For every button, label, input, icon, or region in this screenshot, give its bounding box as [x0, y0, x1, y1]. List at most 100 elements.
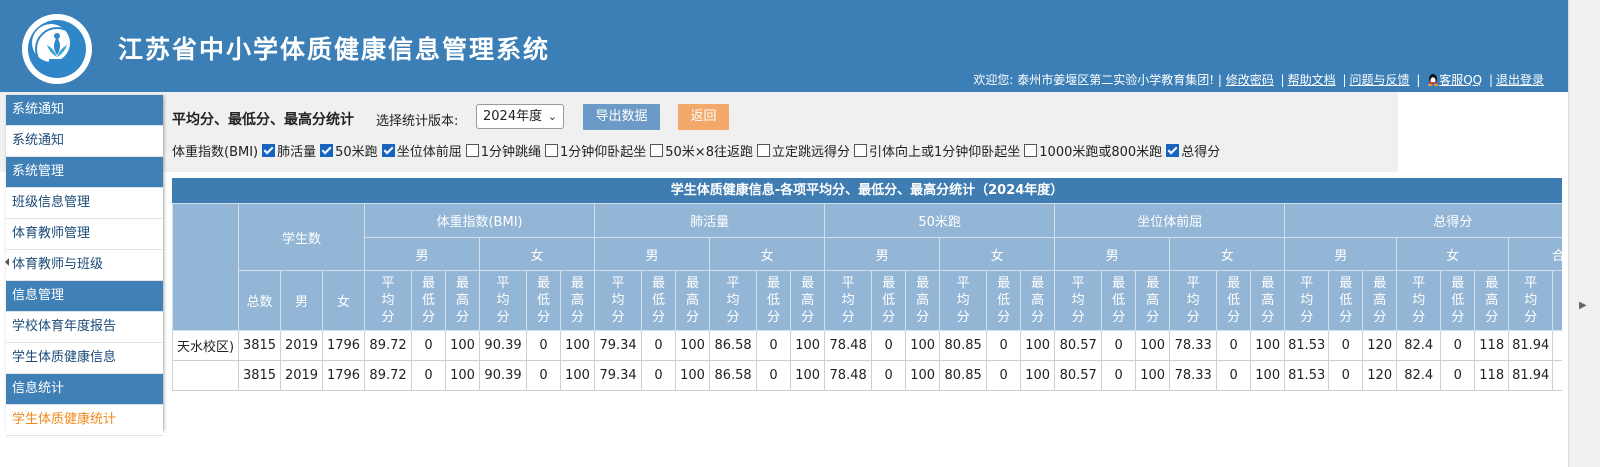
sidebar-item[interactable]: 体育教师与班级 [6, 250, 163, 281]
scroll-arrow-icon[interactable]: ▶ [1579, 300, 1587, 311]
stat-header: 平均分 [1284, 270, 1330, 331]
sidebar-item[interactable]: 学校体育年度报告 [6, 312, 163, 343]
change-password-link[interactable]: 修改密码 [1226, 73, 1274, 87]
sidebar-item[interactable]: 学生体质健康统计 [6, 405, 163, 436]
stat-header: 平均分 [479, 270, 528, 331]
checkbox-unchecked-icon[interactable] [650, 144, 664, 157]
option-checkbox[interactable]: 总得分 [1166, 141, 1220, 160]
checkbox-checked-icon[interactable] [320, 144, 334, 157]
value-cell: 81.53 [1284, 360, 1330, 391]
value-cell: 100 [1020, 330, 1056, 361]
stats-table-title: 学生体质健康信息-各项平均分、最低分、最高分统计（2024年度） [172, 178, 1562, 203]
gender-header: 女 [1396, 237, 1510, 271]
checkbox-checked-icon[interactable] [262, 144, 276, 157]
stat-header: 最低分 [1328, 270, 1364, 331]
option-label: 立定跳远得分 [771, 145, 850, 160]
option-label: 引体向上或1分钟仰卧起坐 [869, 145, 1021, 160]
gender-header: 男 [594, 237, 711, 271]
sidebar-section-header[interactable]: 系统通知 [6, 95, 163, 126]
option-checkbox[interactable]: 坐位体前屈 [381, 141, 462, 160]
value-cell: 0 [1552, 330, 1562, 361]
sidebar-item[interactable]: 体育教师管理 [6, 219, 163, 250]
version-select[interactable]: 2024年度 ⌄ [476, 104, 564, 129]
feedback-link[interactable]: 问题与反馈 [1349, 73, 1409, 87]
checkbox-unchecked-icon[interactable] [1024, 144, 1038, 157]
value-cell: 0 [411, 360, 447, 391]
qq-penguin-icon [1428, 74, 1439, 86]
gender-header: 男 [824, 237, 941, 271]
value-cell: 100 [790, 360, 826, 391]
table-row: 天水校区) 3815 2019 1796 89.72 0 100 90.39 0 100 79.34… [172, 330, 1562, 361]
sidebar-menu: 系统通知 系统通知 系统管理 班级信息管理 体育教师管理 体育教师与班级 信息管理 学校体育年… [5, 95, 163, 436]
option-checkbox[interactable]: 肺活量 [262, 141, 316, 160]
value-cell: 80.85 [939, 330, 988, 361]
toolbar: 平均分、最低分、最高分统计 选择统计版本: 2024年度 ⌄ 导出数据 返回 体… [0, 92, 1398, 172]
value-cell: 86.58 [709, 330, 758, 361]
back-button[interactable]: 返回 [678, 104, 729, 130]
option-checkbox[interactable]: 1000米跑或800米跑 [1024, 141, 1162, 160]
support-qq-link[interactable]: 客服QQ [1439, 73, 1482, 87]
value-cell: 2019 [280, 360, 323, 391]
value-cell: 89.72 [364, 360, 413, 391]
chevron-down-icon: ⌄ [547, 110, 557, 123]
option-label: 50米×8往返跑 [665, 145, 753, 160]
value-cell: 0 [1328, 360, 1364, 391]
value-cell: 100 [1250, 360, 1286, 391]
gender-header: 女 [709, 237, 826, 271]
value-cell: 100 [1135, 330, 1171, 361]
export-data-button[interactable]: 导出数据 [583, 104, 660, 130]
scrollbar-vertical[interactable]: ▶ [1568, 0, 1600, 467]
logout-link[interactable]: 退出登录 [1496, 73, 1544, 87]
value-cell: 3815 [238, 330, 281, 361]
option-label: 体重指数(BMI) [172, 145, 259, 160]
option-checkbox[interactable]: 体重指数(BMI) [172, 141, 258, 160]
value-cell: 89.72 [364, 330, 413, 361]
value-cell: 0 [756, 360, 792, 391]
sidebar-section-header[interactable]: 信息管理 [6, 281, 163, 312]
value-cell: 79.34 [594, 360, 643, 391]
option-checkbox[interactable]: 50米×8往返跑 [650, 141, 753, 160]
value-cell: 3815 [238, 360, 281, 391]
stat-header: 最高分 [560, 270, 596, 331]
checkbox-unchecked-icon[interactable] [544, 144, 558, 157]
checkbox-checked-icon[interactable] [1166, 144, 1180, 157]
stat-header: 平均分 [1396, 270, 1442, 331]
option-checkbox[interactable]: 1分钟仰卧起坐 [544, 141, 646, 160]
option-checkbox[interactable]: 1分钟跳绳 [465, 141, 541, 160]
logo-emblem-icon [35, 27, 79, 71]
checkbox-unchecked-icon[interactable] [465, 144, 479, 157]
stat-header: 平均分 [1054, 270, 1103, 331]
value-cell: 78.33 [1169, 360, 1218, 391]
sidebar-item[interactable]: 系统通知 [6, 126, 163, 157]
value-cell: 81.53 [1284, 330, 1330, 361]
value-cell: 0 [641, 330, 677, 361]
stat-header: 平均分 [594, 270, 643, 331]
value-cell: 86.58 [709, 360, 758, 391]
sidebar-item[interactable]: 班级信息管理 [6, 188, 163, 219]
value-cell: 82.4 [1396, 330, 1442, 361]
stat-header: 最高分 [1135, 270, 1171, 331]
sidebar-section-header[interactable]: 系统管理 [6, 157, 163, 188]
top-header: 江苏省中小学体质健康信息管理系统 欢迎您: 泰州市姜堰区第二实验小学教育集团! … [0, 0, 1568, 92]
checkbox-unchecked-icon[interactable] [854, 144, 867, 157]
stat-options: 体重指数(BMI) 肺活量 50米跑 坐位体前屈 1分钟跳绳 1分钟仰卧起坐 50米×8往返… [172, 141, 1224, 160]
option-checkbox[interactable]: 引体向上或1分钟仰卧起坐 [854, 141, 1020, 160]
value-cell: 0 [641, 360, 677, 391]
sidebar-item[interactable]: 学生体质健康信息 [6, 343, 163, 374]
collapse-arrow-icon[interactable] [5, 258, 9, 266]
gender-header: 女 [1169, 237, 1286, 271]
help-docs-link[interactable]: 帮助文档 [1288, 73, 1336, 87]
stat-header: 最高分 [1020, 270, 1056, 331]
value-cell: 100 [560, 330, 596, 361]
value-cell: 0 [1216, 360, 1252, 391]
count-subheader: 男 [280, 270, 323, 331]
value-cell: 80.85 [939, 360, 988, 391]
sidebar-section-header[interactable]: 信息统计 [6, 374, 163, 405]
value-cell: 100 [675, 360, 711, 391]
checkbox-unchecked-icon[interactable] [756, 144, 770, 157]
checkbox-checked-icon[interactable] [381, 144, 395, 157]
value-cell: 120 [1362, 360, 1398, 391]
option-label: 肺活量 [277, 145, 317, 160]
option-checkbox[interactable]: 50米跑 [320, 141, 378, 160]
option-checkbox[interactable]: 立定跳远得分 [756, 141, 850, 160]
